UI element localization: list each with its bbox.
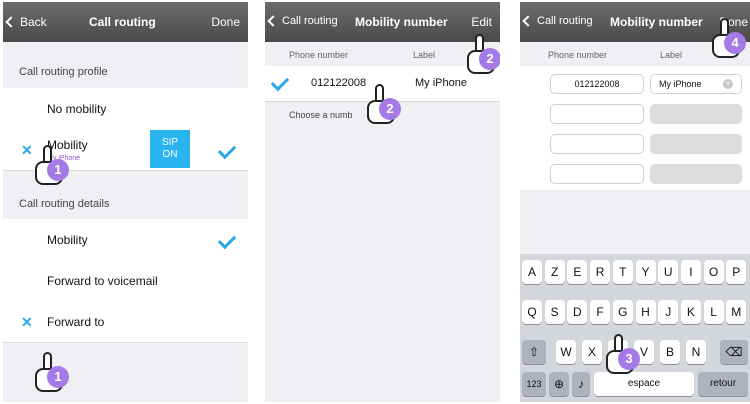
tap-hand-icon: 4: [706, 18, 750, 62]
done-button[interactable]: Done: [211, 15, 240, 29]
key-i[interactable]: I: [680, 260, 701, 284]
key-e[interactable]: E: [567, 260, 588, 284]
page-title: Mobility number: [610, 15, 703, 29]
phone-number-field-empty[interactable]: [550, 164, 644, 184]
phone-number-field-empty[interactable]: [550, 104, 644, 124]
numbers-key[interactable]: 123: [522, 372, 546, 396]
label-field-empty[interactable]: [650, 104, 742, 124]
label-field[interactable]: My iPhone ×: [650, 74, 742, 94]
option-label: No mobility: [47, 102, 107, 116]
step-number: 4: [724, 32, 746, 54]
tap-hand-icon: 2: [461, 34, 500, 78]
back-label: Back: [20, 15, 47, 29]
step-number: 1: [47, 366, 69, 388]
step-number: 2: [479, 48, 500, 70]
detail-forward-to[interactable]: ✕ Forward to: [3, 301, 248, 343]
mobility-number-edit-screen: Call routing Mobility number Done Phone …: [520, 2, 750, 402]
globe-icon[interactable]: ⊕: [549, 372, 569, 396]
key-n[interactable]: N: [686, 340, 706, 364]
tap-hand-icon: 2: [361, 84, 405, 128]
shift-key[interactable]: ⇧: [522, 340, 546, 364]
call-routing-screen: Back Call routing Done Call routing prof…: [3, 2, 248, 402]
delete-key[interactable]: ⌫: [720, 340, 748, 364]
step-number: 2: [379, 98, 401, 120]
detail-forward-voicemail[interactable]: Forward to voicemail: [3, 260, 248, 302]
key-h[interactable]: H: [635, 300, 656, 324]
sip-label: SIP: [161, 137, 179, 148]
tap-hand-icon: 1: [29, 352, 73, 396]
key-m[interactable]: M: [726, 300, 747, 324]
key-r[interactable]: R: [590, 260, 611, 284]
label-value: My iPhone: [659, 79, 702, 89]
detail-mobility[interactable]: Mobility: [3, 219, 248, 261]
back-label: Call routing: [282, 15, 338, 27]
key-o[interactable]: O: [703, 260, 724, 284]
checkmark-icon: [217, 230, 237, 250]
key-p[interactable]: P: [726, 260, 747, 284]
option-label: Forward to voicemail: [47, 274, 158, 288]
phone-number: 012122008: [311, 77, 367, 89]
key-k[interactable]: K: [680, 300, 701, 324]
label-field-empty[interactable]: [650, 164, 742, 184]
column-phone-number: Phone number: [548, 50, 608, 60]
option-label: Forward to: [47, 315, 105, 329]
edit-button[interactable]: Edit: [471, 15, 492, 29]
key-x[interactable]: X: [582, 340, 602, 364]
return-key[interactable]: retour: [698, 372, 748, 396]
tap-hand-icon: 3: [600, 334, 644, 378]
back-label: Call routing: [537, 15, 593, 27]
step-number: 3: [618, 348, 640, 370]
section-call-routing-details: Call routing details: [19, 198, 110, 210]
key-j[interactable]: J: [658, 300, 679, 324]
keyboard: ⇧ ⌫ 123 ⊕ ♪ espace retour AZERTYUIOPQSDF…: [520, 254, 750, 402]
tools-icon: ✕: [21, 314, 33, 330]
navigation-bar: Back Call routing Done: [3, 2, 248, 42]
key-b[interactable]: B: [660, 340, 680, 364]
phone-number-field-empty[interactable]: [550, 134, 644, 154]
back-button[interactable]: Call routing: [267, 15, 338, 27]
column-label: Label: [660, 50, 683, 60]
choose-number-link[interactable]: Choose a numb: [289, 110, 353, 120]
step-number: 1: [47, 159, 69, 181]
chevron-left-icon: [522, 15, 534, 27]
phone-number-field[interactable]: 012122008: [550, 74, 644, 94]
key-z[interactable]: Z: [544, 260, 565, 284]
key-y[interactable]: Y: [635, 260, 656, 284]
key-s[interactable]: S: [544, 300, 565, 324]
microphone-icon[interactable]: ♪: [572, 372, 590, 396]
page-title: Call routing: [89, 15, 156, 29]
sip-state: ON: [162, 149, 178, 160]
key-q[interactable]: Q: [522, 300, 542, 324]
page-title: Mobility number: [355, 15, 448, 29]
checkmark-icon: [217, 140, 237, 160]
column-label: Label: [413, 50, 436, 60]
key-w[interactable]: W: [556, 340, 576, 364]
column-phone-number: Phone number: [289, 50, 349, 60]
key-u[interactable]: U: [658, 260, 679, 284]
section-call-routing-profile: Call routing profile: [19, 66, 108, 78]
key-f[interactable]: F: [590, 300, 611, 324]
label-field-empty[interactable]: [650, 134, 742, 154]
key-t[interactable]: T: [612, 260, 633, 284]
chevron-left-icon: [267, 15, 279, 27]
clear-icon[interactable]: ×: [723, 79, 733, 89]
chevron-left-icon: [5, 16, 17, 28]
key-g[interactable]: G: [612, 300, 633, 324]
tap-hand-icon: 1: [29, 145, 73, 189]
key-d[interactable]: D: [567, 300, 588, 324]
mobility-number-screen: Call routing Mobility number Edit Phone …: [265, 2, 500, 402]
checkmark-icon: [270, 72, 290, 92]
back-button[interactable]: Back: [5, 15, 47, 29]
sip-on-toggle[interactable]: SIP ON: [150, 130, 190, 168]
phone-label: My iPhone: [415, 77, 467, 89]
number-form: 012122008 My iPhone ×: [520, 66, 750, 190]
key-a[interactable]: A: [522, 260, 542, 284]
option-no-mobility[interactable]: No mobility: [3, 88, 248, 130]
option-label: Mobility: [47, 233, 88, 247]
back-button[interactable]: Call routing: [522, 15, 593, 27]
key-l[interactable]: L: [703, 300, 724, 324]
